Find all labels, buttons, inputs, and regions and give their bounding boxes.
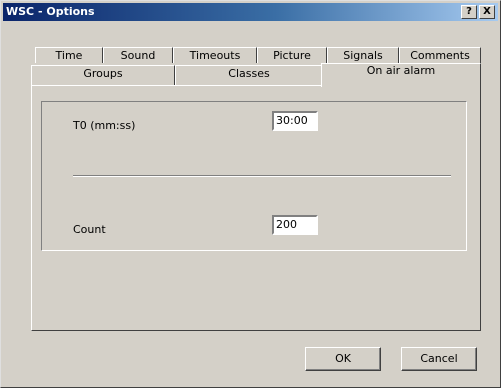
tab-picture[interactable]: Picture: [257, 47, 327, 63]
window-title: WSC - Options: [6, 5, 95, 18]
tab-time[interactable]: Time: [35, 47, 103, 63]
count-input[interactable]: 200: [272, 215, 318, 235]
tab-signals[interactable]: Signals: [327, 47, 399, 63]
tab-on-air-alarm[interactable]: On air alarm: [321, 63, 481, 87]
t0-label: T0 (mm:ss): [73, 119, 136, 132]
tab-sound[interactable]: Sound: [103, 47, 173, 63]
help-button[interactable]: ?: [461, 5, 477, 19]
separator-line: [73, 175, 451, 177]
close-button[interactable]: X: [479, 5, 495, 19]
options-window: WSC - Options ? X Time Sound Timeouts Pi…: [0, 0, 501, 388]
cancel-button[interactable]: Cancel: [401, 347, 477, 371]
count-label: Count: [73, 223, 106, 236]
tab-comments[interactable]: Comments: [399, 47, 481, 63]
tab-classes[interactable]: Classes: [175, 65, 323, 85]
ok-button[interactable]: OK: [305, 347, 381, 371]
t0-input[interactable]: 30:00: [272, 111, 318, 131]
title-bar[interactable]: WSC - Options ? X: [3, 3, 498, 21]
tab-groups[interactable]: Groups: [31, 65, 175, 85]
tab-timeouts[interactable]: Timeouts: [173, 47, 257, 63]
